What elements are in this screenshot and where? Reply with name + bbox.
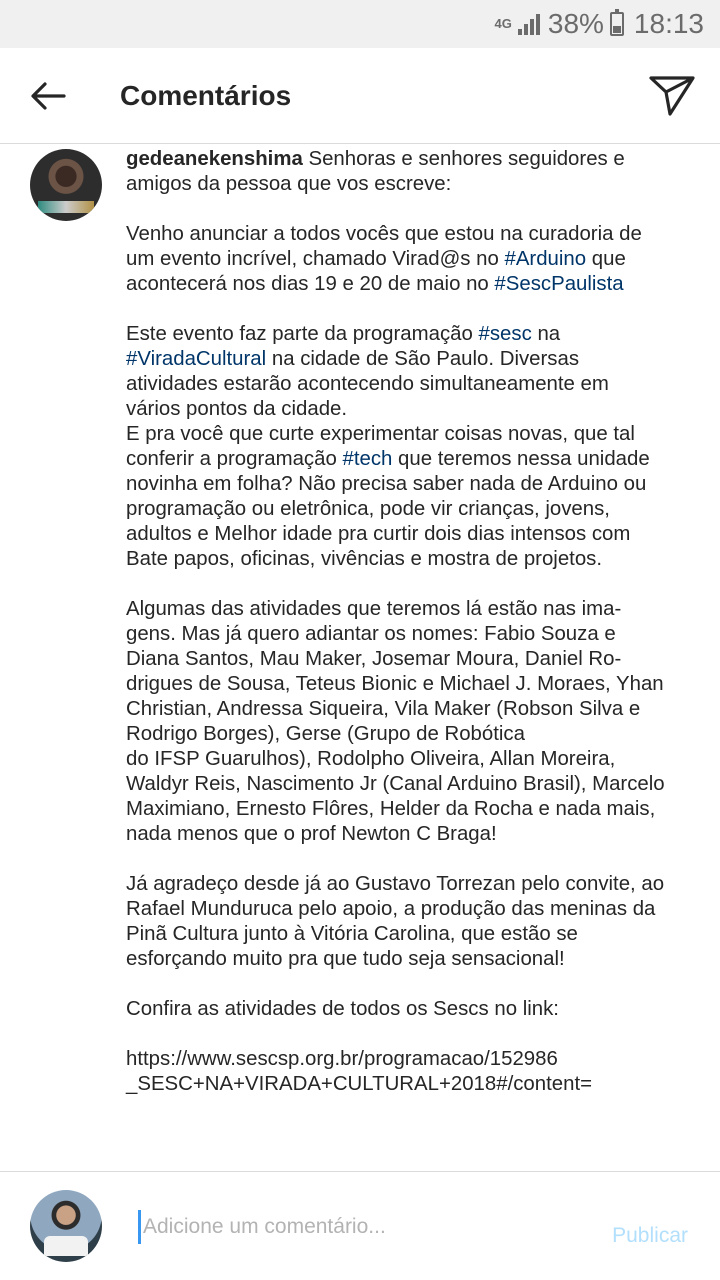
page-title: Comentários xyxy=(120,79,292,111)
comment-input[interactable] xyxy=(138,1210,558,1244)
battery-icon xyxy=(609,9,624,36)
publish-button[interactable]: Publicar xyxy=(612,1224,688,1248)
hashtag-link[interactable]: #ViradaCultural xyxy=(126,348,266,370)
back-button[interactable] xyxy=(0,48,96,144)
text-segment: na xyxy=(531,323,561,345)
hashtag-link[interactable]: #tech xyxy=(342,448,392,470)
comment-body: gedeanekenshima Senhoras e senhores segu… xyxy=(126,147,666,1097)
signal-icon xyxy=(516,13,540,35)
current-user-avatar xyxy=(30,1190,102,1262)
comment-paragraph: Venho anunciar a todos vocês que estou n… xyxy=(126,222,666,297)
comment-intro: gedeanekenshima Senhoras e senhores segu… xyxy=(126,147,666,197)
hashtag-link[interactable]: #Arduino xyxy=(504,248,586,270)
status-bar: 4G 38% 18:13 xyxy=(0,0,720,48)
paper-plane-icon xyxy=(649,75,695,116)
battery-percentage: 38% xyxy=(547,8,604,39)
author-avatar[interactable] xyxy=(30,149,102,221)
text-segment: Este evento faz parte da programação xyxy=(126,323,479,345)
comment-paragraph: Já agradeço desde já ao Gustavo Torrezan… xyxy=(126,873,665,970)
comment-paragraph: Este evento faz parte da programação #se… xyxy=(126,322,666,572)
hashtag-link[interactable]: #SescPaulista xyxy=(494,273,623,295)
arrow-left-icon xyxy=(31,81,66,110)
comment-composer: Publicar xyxy=(0,1171,720,1280)
comment-paragraph: Algumas das atividades que teremos lá es… xyxy=(126,598,665,845)
event-link[interactable]: https://www.sescsp.org.br/programacao/15… xyxy=(126,1047,666,1097)
direct-share-button[interactable] xyxy=(624,48,720,144)
clock: 18:13 xyxy=(633,8,704,39)
network-indicator: 4G xyxy=(494,16,512,31)
author-username[interactable]: gedeanekenshima xyxy=(126,148,303,170)
comment-thread: gedeanekenshima Senhoras e senhores segu… xyxy=(0,145,720,1171)
hashtag-link[interactable]: #sesc xyxy=(479,323,532,345)
app-header: Comentários xyxy=(0,48,720,144)
comment-paragraph: Confira as atividades de todos os Sescs … xyxy=(126,998,559,1020)
